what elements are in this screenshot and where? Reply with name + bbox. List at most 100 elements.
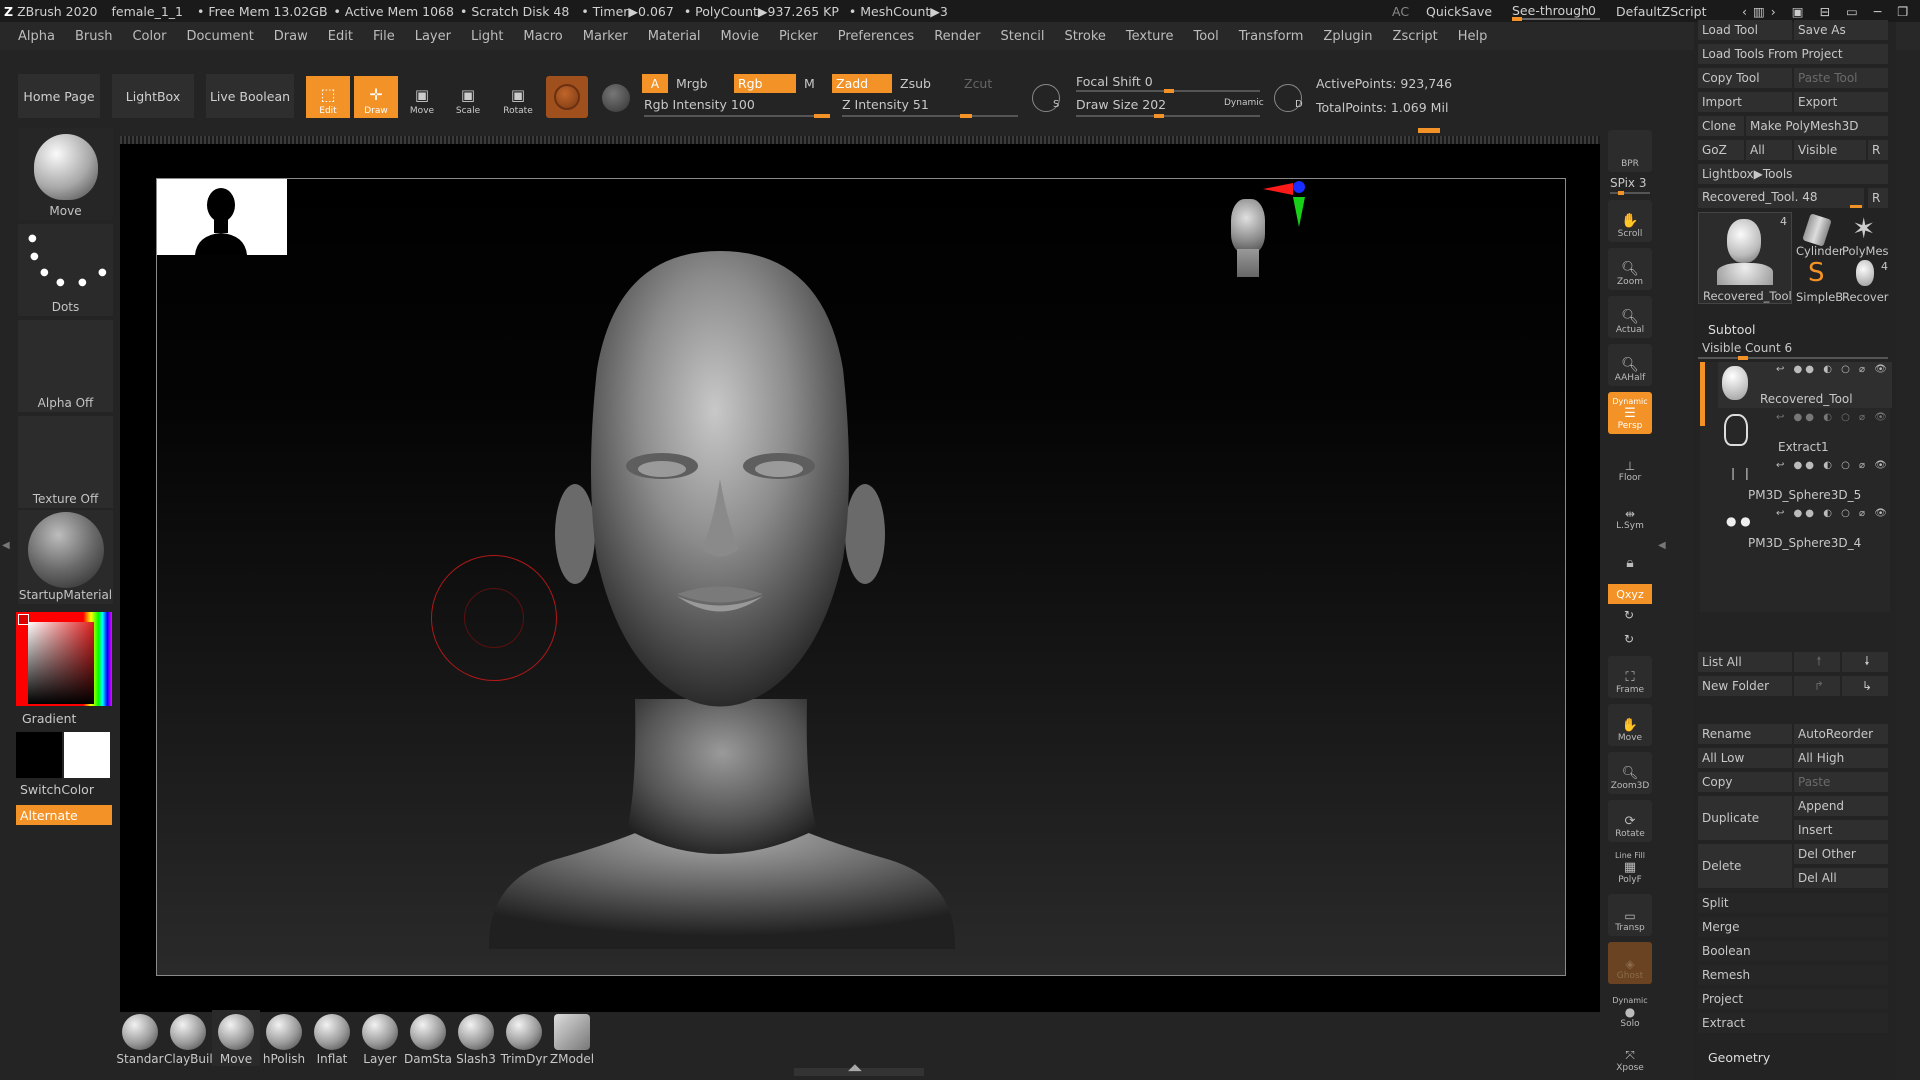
menu-transform[interactable]: Transform xyxy=(1229,29,1314,44)
make-polymesh3d-button[interactable]: Make PolyMesh3D xyxy=(1746,116,1888,136)
subtool-pm3d-sphere3d-4[interactable]: ● ● ↩ ●● ◐ ○ ⌀ 👁︎ PM3D_Sphere3D_4 xyxy=(1718,506,1892,552)
menu-marker[interactable]: Marker xyxy=(573,29,638,44)
tool-r-button[interactable]: R xyxy=(1868,188,1888,208)
append-button[interactable]: Append xyxy=(1794,796,1888,816)
all-high-button[interactable]: All High xyxy=(1794,748,1888,768)
scale-mode-button[interactable]: ▣ Scale xyxy=(446,76,490,118)
load-tool-button[interactable]: Load Tool xyxy=(1698,20,1792,40)
subtool-controls-icon[interactable]: ↩ ●● ◐ ○ ⌀ 👁︎ xyxy=(1776,412,1890,423)
subtool-controls-icon[interactable]: ↩ ●● ◐ ○ ⌀ 👁︎ xyxy=(1776,460,1890,471)
frame-button[interactable]: ⛶ Frame xyxy=(1608,656,1652,698)
viewport[interactable] xyxy=(156,178,1566,976)
goz-visible-button[interactable]: Visible xyxy=(1794,140,1866,160)
subtool-header[interactable]: Subtool xyxy=(1708,322,1755,337)
zsub-toggle[interactable]: Zsub xyxy=(900,76,931,91)
brush-standard[interactable]: Standar xyxy=(116,1010,164,1066)
remesh-button[interactable]: Remesh xyxy=(1698,965,1888,985)
stroke-dots-button[interactable]: ● ● ● ● ● ● Dots xyxy=(18,224,113,316)
secondary-color-swatch[interactable] xyxy=(64,732,110,778)
zcut-toggle[interactable]: Zcut xyxy=(964,76,992,91)
menu-tool[interactable]: Tool xyxy=(1183,29,1228,44)
menu-zplugin[interactable]: Zplugin xyxy=(1313,29,1382,44)
move-up-button[interactable]: 🠕 xyxy=(1794,652,1840,672)
menu-picker[interactable]: Picker xyxy=(769,29,828,44)
visible-count-slider[interactable]: Visible Count 6 xyxy=(1698,340,1888,360)
ghost-button[interactable]: ◈ Ghost xyxy=(1608,942,1652,984)
menu-document[interactable]: Document xyxy=(176,29,263,44)
tool-thumb-cylinder[interactable]: Cylinder xyxy=(1794,212,1844,258)
export-button[interactable]: Export xyxy=(1794,92,1888,112)
menu-alpha[interactable]: Alpha xyxy=(8,29,65,44)
z-rotate-icon[interactable]: ↻ xyxy=(1624,632,1634,646)
rgb-intensity-slider[interactable]: Rgb Intensity 100 xyxy=(644,97,830,119)
save-as-button[interactable]: Save As xyxy=(1794,20,1888,40)
list-all-button[interactable]: List All xyxy=(1698,652,1792,672)
menu-stencil[interactable]: Stencil xyxy=(990,29,1054,44)
a-toggle[interactable]: A xyxy=(642,74,668,93)
zoom-button[interactable]: 🔍︎ Zoom xyxy=(1608,248,1652,290)
menu-macro[interactable]: Macro xyxy=(513,29,572,44)
subtool-controls-icon[interactable]: ↩ ●● ◐ ○ ⌀ 👁︎ xyxy=(1776,508,1890,519)
goz-all-button[interactable]: All xyxy=(1746,140,1792,160)
window-controls[interactable]: ‹▥› ▣ ⊟ ▭ ─ ❐ ✕ xyxy=(1742,4,1920,19)
actual-button[interactable]: 🔍︎ Actual xyxy=(1608,296,1652,338)
tool-thumb-recovered-tool[interactable]: 4 Recovered_Tool xyxy=(1698,212,1792,304)
brush-move-button[interactable]: Move xyxy=(18,128,113,220)
brush-trimdynamic[interactable]: TrimDyr xyxy=(500,1010,548,1066)
extract-button[interactable]: Extract xyxy=(1698,1013,1888,1033)
subtool-extract1[interactable]: ↩ ●● ◐ ○ ⌀ 👁︎ Extract1 xyxy=(1718,410,1892,456)
persp-button[interactable]: Dynamic ☰ Persp xyxy=(1608,392,1652,434)
right-tray-handle[interactable]: ◀ xyxy=(1658,540,1666,551)
merge-button[interactable]: Merge xyxy=(1698,917,1888,937)
copy-subtool-button[interactable]: Copy xyxy=(1698,772,1792,792)
quicksave-button[interactable]: QuickSave xyxy=(1426,4,1492,19)
subtool-recovered-tool[interactable]: ↩ ●● ◐ ○ ⌀ 👁︎ Recovered_Tool xyxy=(1718,362,1892,408)
lock-button[interactable]: 🔒︎ xyxy=(1608,538,1652,574)
zadd-toggle[interactable]: Zadd xyxy=(832,74,892,93)
move-from-folder-button[interactable]: ↳ xyxy=(1842,676,1888,696)
color-picker[interactable] xyxy=(16,612,112,706)
axis-gizmo[interactable] xyxy=(1263,179,1307,227)
menu-edit[interactable]: Edit xyxy=(318,29,363,44)
autoreorder-button[interactable]: AutoReorder xyxy=(1794,724,1888,744)
tool-thumb-polymesh[interactable]: ✶ PolyMes xyxy=(1842,212,1890,258)
tool-thumb-simplebrush[interactable]: S SimpleB xyxy=(1794,258,1843,304)
brush-inflate[interactable]: Inflat xyxy=(308,1010,356,1066)
all-low-button[interactable]: All Low xyxy=(1698,748,1792,768)
focal-shift-lock-button[interactable]: S xyxy=(1032,84,1060,112)
m-toggle[interactable]: M xyxy=(804,76,815,91)
new-folder-button[interactable]: New Folder xyxy=(1698,676,1792,696)
load-tools-from-project-button[interactable]: Load Tools From Project xyxy=(1698,44,1888,64)
draw-size-lock-button[interactable]: D xyxy=(1274,84,1303,112)
move-down-button[interactable]: 🠗 xyxy=(1842,652,1888,672)
texture-off-button[interactable]: Texture Off xyxy=(18,416,113,508)
y-rotate-icon[interactable]: ↻ xyxy=(1624,608,1634,622)
mrgb-toggle[interactable]: Mrgb xyxy=(676,76,708,91)
lsym-button[interactable]: ⇹ L.Sym xyxy=(1608,492,1652,534)
brush-hpolish[interactable]: hPolish xyxy=(260,1010,308,1066)
document-canvas[interactable] xyxy=(120,136,1600,1012)
transp-button[interactable]: ▭ Transp xyxy=(1608,894,1652,936)
menu-help[interactable]: Help xyxy=(1448,29,1498,44)
main-color-swatch[interactable] xyxy=(16,732,62,778)
material-button[interactable]: StartupMaterial xyxy=(18,510,113,604)
rotate-view-button[interactable]: ⟳ Rotate xyxy=(1608,800,1652,842)
head-model[interactable] xyxy=(157,179,1566,976)
move-view-button[interactable]: ✋ Move xyxy=(1608,704,1652,746)
menu-draw[interactable]: Draw xyxy=(264,29,318,44)
brush-zmodeler[interactable]: ZModel xyxy=(548,1010,596,1066)
menu-zscript[interactable]: Zscript xyxy=(1383,29,1448,44)
spix-slider[interactable]: SPix 3 xyxy=(1610,176,1654,196)
rename-button[interactable]: Rename xyxy=(1698,724,1792,744)
paste-subtool-button[interactable]: Paste xyxy=(1794,772,1888,792)
rgb-toggle[interactable]: Rgb xyxy=(734,74,796,93)
paste-tool-button[interactable]: Paste Tool xyxy=(1794,68,1888,88)
solo-button[interactable]: Dynamic ● Solo xyxy=(1608,990,1652,1032)
polyf-button[interactable]: Line Fill ▦ PolyF xyxy=(1608,846,1652,888)
recovered-tool-slider[interactable]: Recovered_Tool. 48 xyxy=(1698,188,1864,208)
subtool-pm3d-sphere3d-5[interactable]: ❘ ❘ ↩ ●● ◐ ○ ⌀ 👁︎ PM3D_Sphere3D_5 xyxy=(1718,458,1892,504)
material-swatch-button[interactable] xyxy=(546,76,588,118)
menu-texture[interactable]: Texture xyxy=(1116,29,1184,44)
floor-button[interactable]: ⊥ Floor xyxy=(1608,444,1652,486)
split-button[interactable]: Split xyxy=(1698,893,1888,913)
